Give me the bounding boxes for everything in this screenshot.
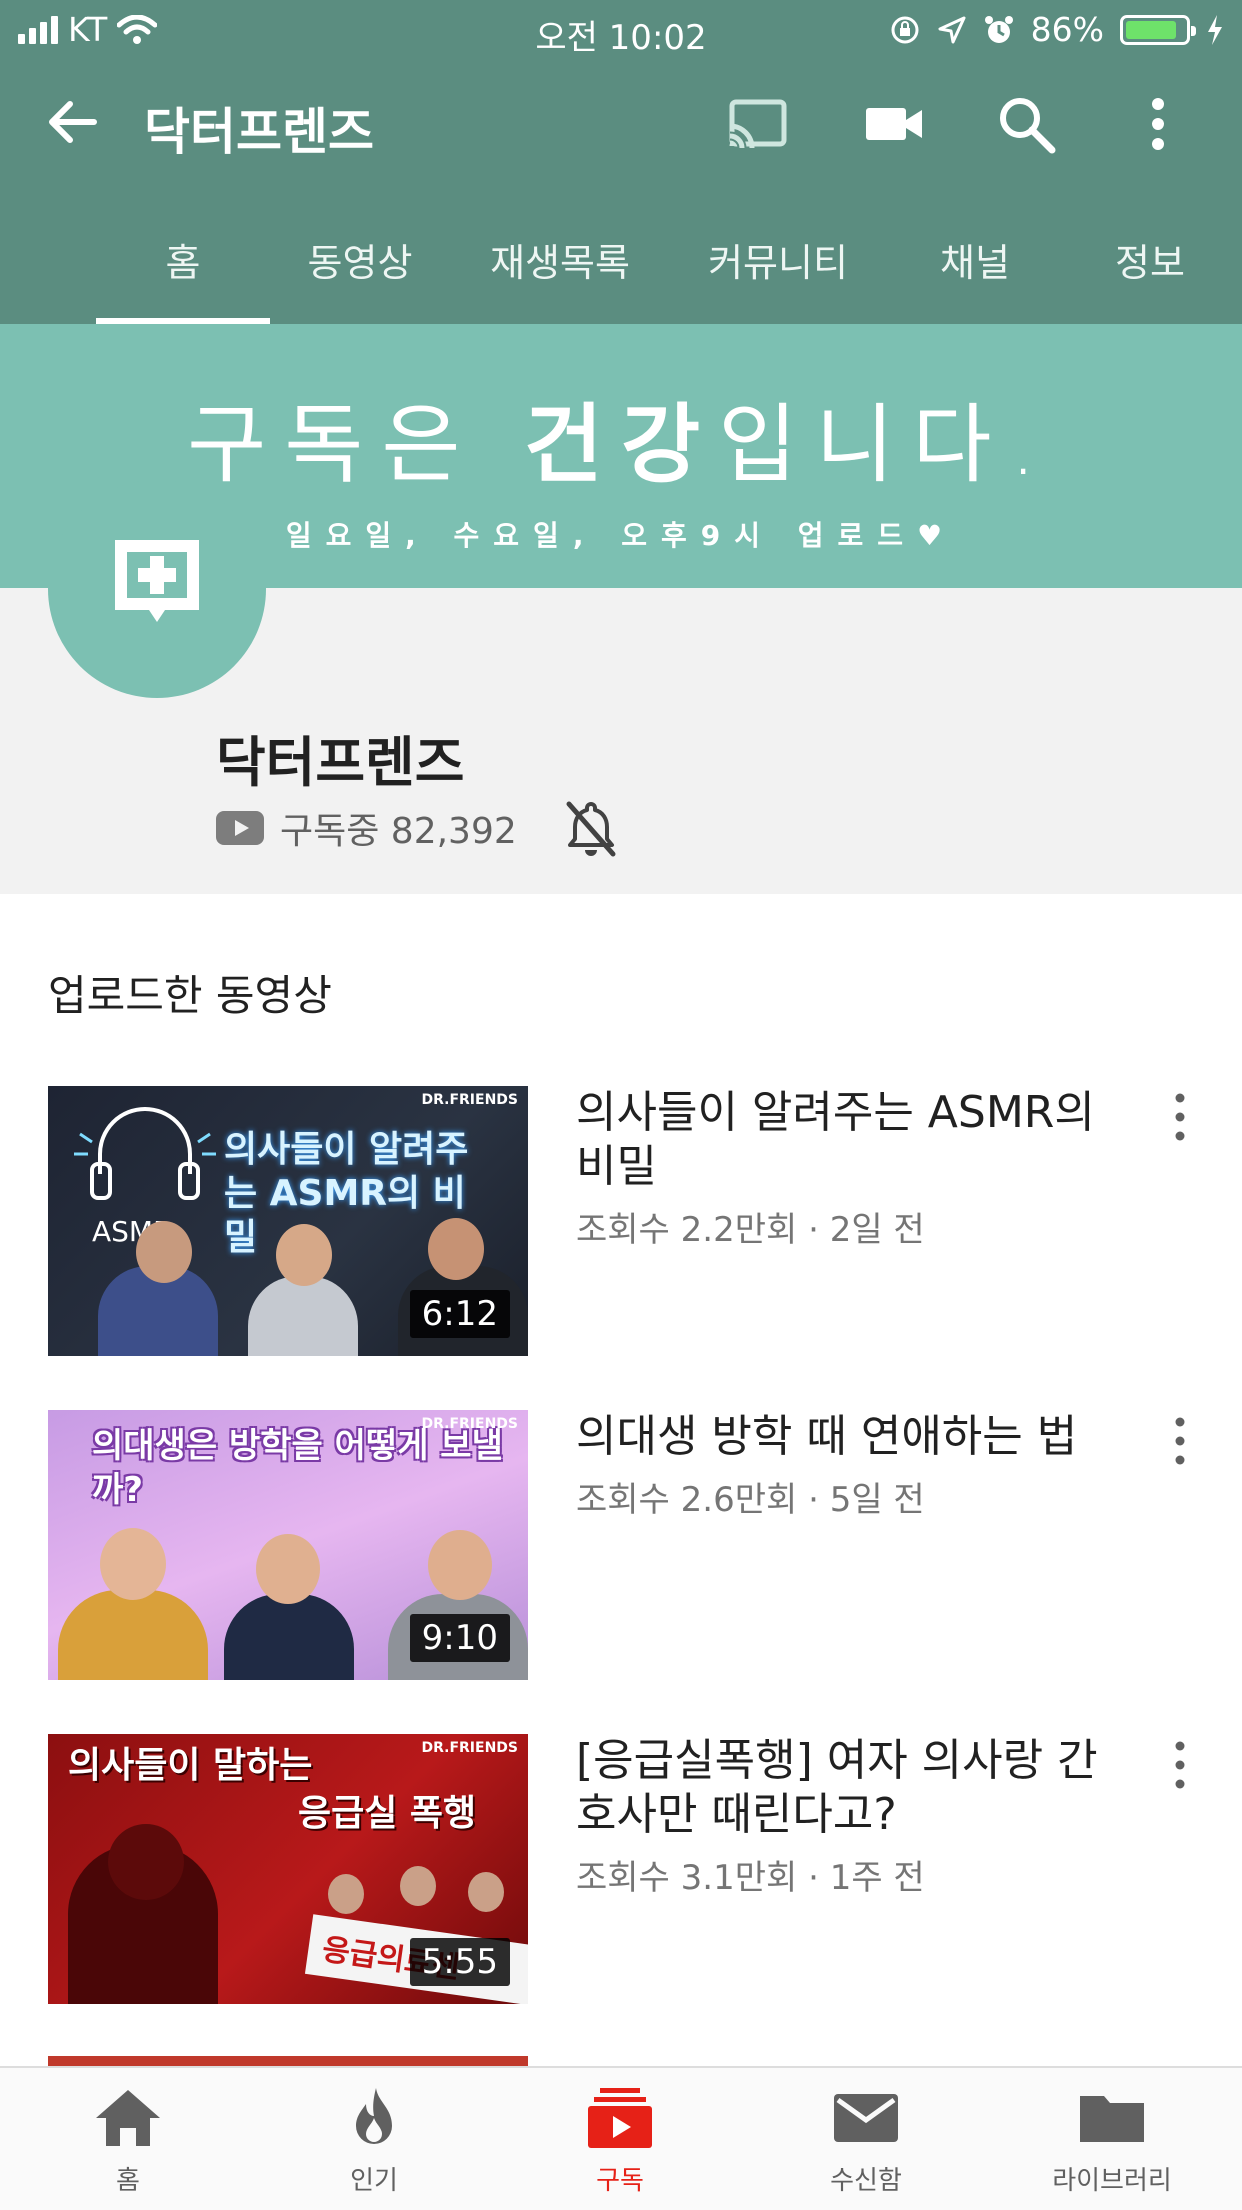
thumbnail-person [100,1528,166,1600]
headphones-icon [74,1107,216,1200]
nav-label: 구독 [596,2166,644,2196]
battery-icon [1120,14,1196,45]
thumbnail-person [428,1218,484,1280]
cast-icon[interactable] [726,92,790,156]
battery-percent: 86% [1030,10,1104,49]
home-icon [96,2090,160,2146]
thumbnail-brand: DR.FRIENDS [421,1092,518,1108]
thumbnail-person [400,1866,436,1906]
status-bar: KT 오전 10:02 86% [0,0,1242,62]
thumbnail-person [136,1221,192,1283]
thumbnail-person [58,1590,208,1680]
video-meta: 조회수 2.6만회 · 5일 전 [576,1480,925,1520]
tab-playlists[interactable]: 재생목록 [470,232,650,287]
bottom-navigation: 홈 인기 구독 수신함 라이브러리 [0,2066,1242,2210]
video-item[interactable]: ASMR 의사들이 알려주는 ASMR의 비밀 DR.FRIENDS 6:12 … [48,1086,1208,1358]
subscription-row: 구독중 82,392 [216,798,619,858]
thumbnail-caption: 의대생은 방학을 어떻게 보낼까? [92,1426,503,1510]
mail-icon [834,2094,898,2142]
more-vert-icon[interactable] [1170,1740,1190,1790]
nav-home[interactable]: 홈 [28,2086,228,2197]
app-bar: 닥터프렌즈 [0,62,1242,186]
channel-tabs: 홈 동영상 재생목록 커뮤니티 채널 정보 [0,186,1242,324]
nav-inbox[interactable]: 수신함 [766,2086,966,2197]
thumbnail-person [108,1824,184,1900]
video-title[interactable]: 의사들이 알려주는 ASMR의 비밀 [576,1086,1136,1194]
nav-library[interactable]: 라이브러리 [1012,2086,1212,2197]
nav-label: 라이브러리 [1052,2166,1172,2196]
tab-channels[interactable]: 채널 [910,232,1040,287]
notifications-off-icon[interactable] [563,798,619,858]
nav-label: 인기 [350,2166,398,2196]
nav-label: 홈 [116,2166,140,2196]
video-thumbnail[interactable]: 의대생은 방학을 어떻게 보낼까? DR.FRIENDS 9:10 [48,1410,528,1680]
search-icon[interactable] [994,92,1058,156]
subscriber-count: 구독중 82,392 [280,811,517,852]
back-arrow-icon[interactable] [40,90,104,154]
channel-avatar[interactable] [48,480,266,698]
nav-subscriptions[interactable]: 구독 [520,2086,720,2197]
thumbnail-person [328,1874,364,1914]
video-item[interactable]: 의사들이 말하는 응급실 폭행 DR.FRIENDS 응급의료센 5:55 [응… [48,1734,1208,2006]
nav-trending[interactable]: 인기 [274,2086,474,2197]
youtube-logo-icon [216,811,264,845]
folder-icon [1080,2096,1144,2142]
thumbnail-person [468,1872,504,1912]
video-duration: 6:12 [409,1290,510,1338]
status-right: 86% [889,10,1224,49]
banner-slogan: 구독은 건강입니다. [0,374,1242,499]
thumbnail-caption: 응급실 폭행 [298,1793,477,1834]
thumbnail-caption: 의사들이 말하는 [68,1745,313,1786]
more-vert-icon[interactable] [1170,1416,1190,1466]
video-duration: 9:10 [409,1614,510,1662]
video-item[interactable]: 의대생은 방학을 어떻게 보낼까? DR.FRIENDS 9:10 의대생 방학… [48,1410,1208,1682]
more-vert-icon[interactable] [1126,92,1190,156]
thumbnail-brand: DR.FRIENDS [421,1416,518,1432]
battery-fill [1126,20,1176,39]
video-thumbnail-partial[interactable] [48,2056,528,2066]
video-meta: 조회수 2.2만회 · 2일 전 [576,1210,925,1250]
tab-videos[interactable]: 동영상 [290,232,430,287]
tab-about[interactable]: 정보 [1090,232,1210,287]
more-vert-icon[interactable] [1170,1092,1190,1142]
video-camera-icon[interactable] [862,92,926,156]
video-title[interactable]: [응급실폭행] 여자 의사랑 간호사만 때린다고? [576,1734,1136,1842]
thumbnail-person [428,1530,492,1600]
video-title[interactable]: 의대생 방학 때 연애하는 법 [576,1410,1136,1464]
fire-icon [356,2088,392,2144]
chat-plus-icon [115,540,199,622]
banner-slogan-bold: 건강 [523,395,719,495]
rotation-lock-icon [891,16,919,43]
video-thumbnail[interactable]: 의사들이 말하는 응급실 폭행 DR.FRIENDS 응급의료센 5:55 [48,1734,528,2004]
alarm-icon [984,15,1013,43]
subscriptions-icon [588,2088,652,2148]
video-thumbnail[interactable]: ASMR 의사들이 알려주는 ASMR의 비밀 DR.FRIENDS 6:12 [48,1086,528,1356]
thumbnail-person [248,1276,358,1356]
video-duration: 5:55 [409,1938,510,1986]
uploads-section-title: 업로드한 동영상 [48,971,332,1020]
thumbnail-brand: DR.FRIENDS [421,1740,518,1756]
location-icon [938,16,966,43]
banner-slogan-end: 입니다. [718,395,1055,495]
banner-slogan-start: 구독은 [187,395,524,495]
thumbnail-person [224,1594,354,1680]
nav-label: 수신함 [830,2166,902,2196]
channel-name: 닥터프렌즈 [216,731,465,794]
thumbnail-person [256,1534,320,1604]
channel-title: 닥터프렌즈 [144,103,374,161]
tab-home[interactable]: 홈 [96,232,270,287]
video-meta: 조회수 3.1만회 · 1주 전 [576,1858,925,1898]
charging-icon [1208,14,1222,45]
tab-community[interactable]: 커뮤니티 [690,232,866,287]
thumbnail-person [276,1224,332,1286]
